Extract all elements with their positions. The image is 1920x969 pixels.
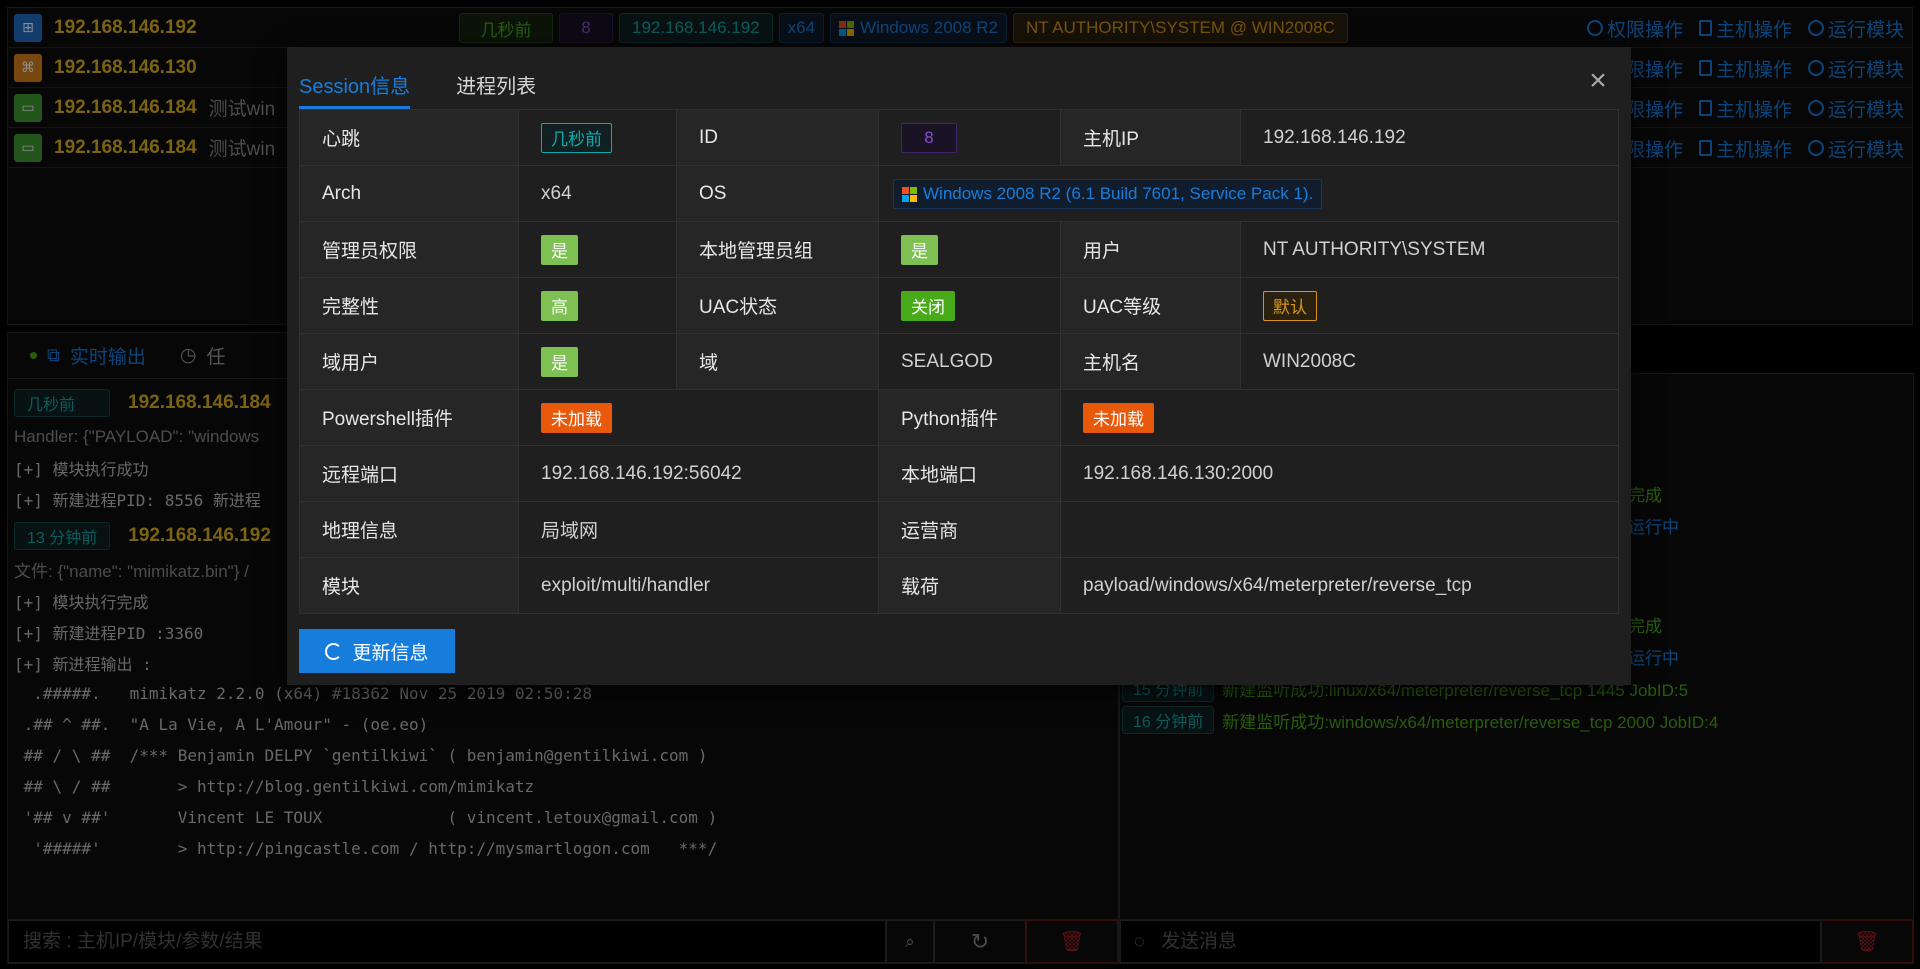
geo-label: 地理信息 xyxy=(299,501,519,558)
integrity-tag: 高 xyxy=(541,290,578,321)
local-port-label: 本地端口 xyxy=(878,445,1061,502)
update-info-label: 更新信息 xyxy=(352,642,429,664)
uac-level-value: 默认 xyxy=(1240,277,1619,334)
windows-logo-icon xyxy=(902,186,917,202)
integrity-value: 高 xyxy=(518,277,677,334)
detail-row: 远程端口 192.168.146.192:56042 本地端口 192.168.… xyxy=(299,445,1619,502)
geo-value: 局域网 xyxy=(518,501,879,558)
uac-tag: 关闭 xyxy=(901,290,955,321)
arch-value: x64 xyxy=(518,165,677,222)
modal-tabs: Session信息 进程列表 xyxy=(299,47,536,109)
admin-tag: 是 xyxy=(541,234,578,265)
detail-row: 心跳 几秒前 ID 8 主机IP 192.168.146.192 xyxy=(299,109,1619,166)
powershell-tag: 未加载 xyxy=(541,402,612,433)
remote-port-value: 192.168.146.192:56042 xyxy=(518,445,879,502)
host-ip-value: 192.168.146.192 xyxy=(1240,109,1619,166)
isp-label: 运营商 xyxy=(878,501,1061,558)
local-admin-label: 本地管理员组 xyxy=(676,221,879,278)
user-value: NT AUTHORITY\SYSTEM xyxy=(1240,221,1619,278)
admin-value: 是 xyxy=(518,221,677,278)
domain-user-value: 是 xyxy=(518,333,677,390)
hostname-value: WIN2008C xyxy=(1240,333,1619,390)
host-ip-label: 主机IP xyxy=(1060,109,1241,166)
detail-row: 完整性 高 UAC状态 关闭 UAC等级 默认 xyxy=(299,277,1619,334)
local-admin-tag: 是 xyxy=(901,234,938,265)
module-value: exploit/multi/handler xyxy=(518,557,879,614)
id-tag: 8 xyxy=(901,122,957,153)
remote-port-label: 远程端口 xyxy=(299,445,519,502)
detail-row: 域用户 是 域 SEALGOD 主机名 WIN2008C xyxy=(299,333,1619,390)
payload-value: payload/windows/x64/meterpreter/reverse_… xyxy=(1060,557,1619,614)
detail-row: 管理员权限 是 本地管理员组 是 用户 NT AUTHORITY\SYSTEM xyxy=(299,221,1619,278)
os-value: Windows 2008 R2 (6.1 Build 7601, Service… xyxy=(878,165,1619,222)
close-icon[interactable]: × xyxy=(1587,66,1609,96)
os-tag: Windows 2008 R2 (6.1 Build 7601, Service… xyxy=(893,179,1323,210)
session-info-modal: Session信息 进程列表 × 心跳 几秒前 ID 8 主机IP 192.16… xyxy=(287,47,1631,685)
domain-label: 域 xyxy=(676,333,879,390)
os-tag-label: Windows 2008 R2 (6.1 Build 7601, Service… xyxy=(923,184,1314,204)
os-label: OS xyxy=(676,165,879,222)
heartbeat-tag: 几秒前 xyxy=(541,122,612,153)
python-value: 未加载 xyxy=(1060,389,1619,446)
domain-value: SEALGOD xyxy=(878,333,1061,390)
isp-value xyxy=(1060,501,1619,558)
detail-row: Arch x64 OS Windows 2008 R2 (6.1 Build 7… xyxy=(299,165,1619,222)
tab-process-list[interactable]: 进程列表 xyxy=(456,70,536,109)
uac-level-label: UAC等级 xyxy=(1060,277,1241,334)
detail-row: 模块 exploit/multi/handler 载荷 payload/wind… xyxy=(299,557,1619,614)
user-label: 用户 xyxy=(1060,221,1241,278)
hostname-label: 主机名 xyxy=(1060,333,1241,390)
uac-label: UAC状态 xyxy=(676,277,879,334)
integrity-label: 完整性 xyxy=(299,277,519,334)
detail-row: Powershell插件 未加载 Python插件 未加载 xyxy=(299,389,1619,446)
session-details-table: 心跳 几秒前 ID 8 主机IP 192.168.146.192 Arch x6… xyxy=(299,109,1619,614)
python-tag: 未加载 xyxy=(1083,402,1154,433)
update-info-button[interactable]: 更新信息 xyxy=(299,629,455,673)
powershell-label: Powershell插件 xyxy=(299,389,519,446)
tab-session-info[interactable]: Session信息 xyxy=(299,70,411,109)
heartbeat-value: 几秒前 xyxy=(518,109,677,166)
local-admin-value: 是 xyxy=(878,221,1061,278)
arch-label: Arch xyxy=(299,165,519,222)
powershell-value: 未加载 xyxy=(518,389,879,446)
uac-level-tag: 默认 xyxy=(1263,290,1317,321)
detail-row: 地理信息 局域网 运营商 xyxy=(299,501,1619,558)
heartbeat-label: 心跳 xyxy=(299,109,519,166)
id-value: 8 xyxy=(878,109,1061,166)
local-port-value: 192.168.146.130:2000 xyxy=(1060,445,1619,502)
python-label: Python插件 xyxy=(878,389,1061,446)
id-label: ID xyxy=(676,109,879,166)
payload-label: 载荷 xyxy=(878,557,1061,614)
domain-user-label: 域用户 xyxy=(299,333,519,390)
admin-label: 管理员权限 xyxy=(299,221,519,278)
sync-icon xyxy=(325,642,343,660)
uac-value: 关闭 xyxy=(878,277,1061,334)
domain-user-tag: 是 xyxy=(541,346,578,377)
module-label: 模块 xyxy=(299,557,519,614)
